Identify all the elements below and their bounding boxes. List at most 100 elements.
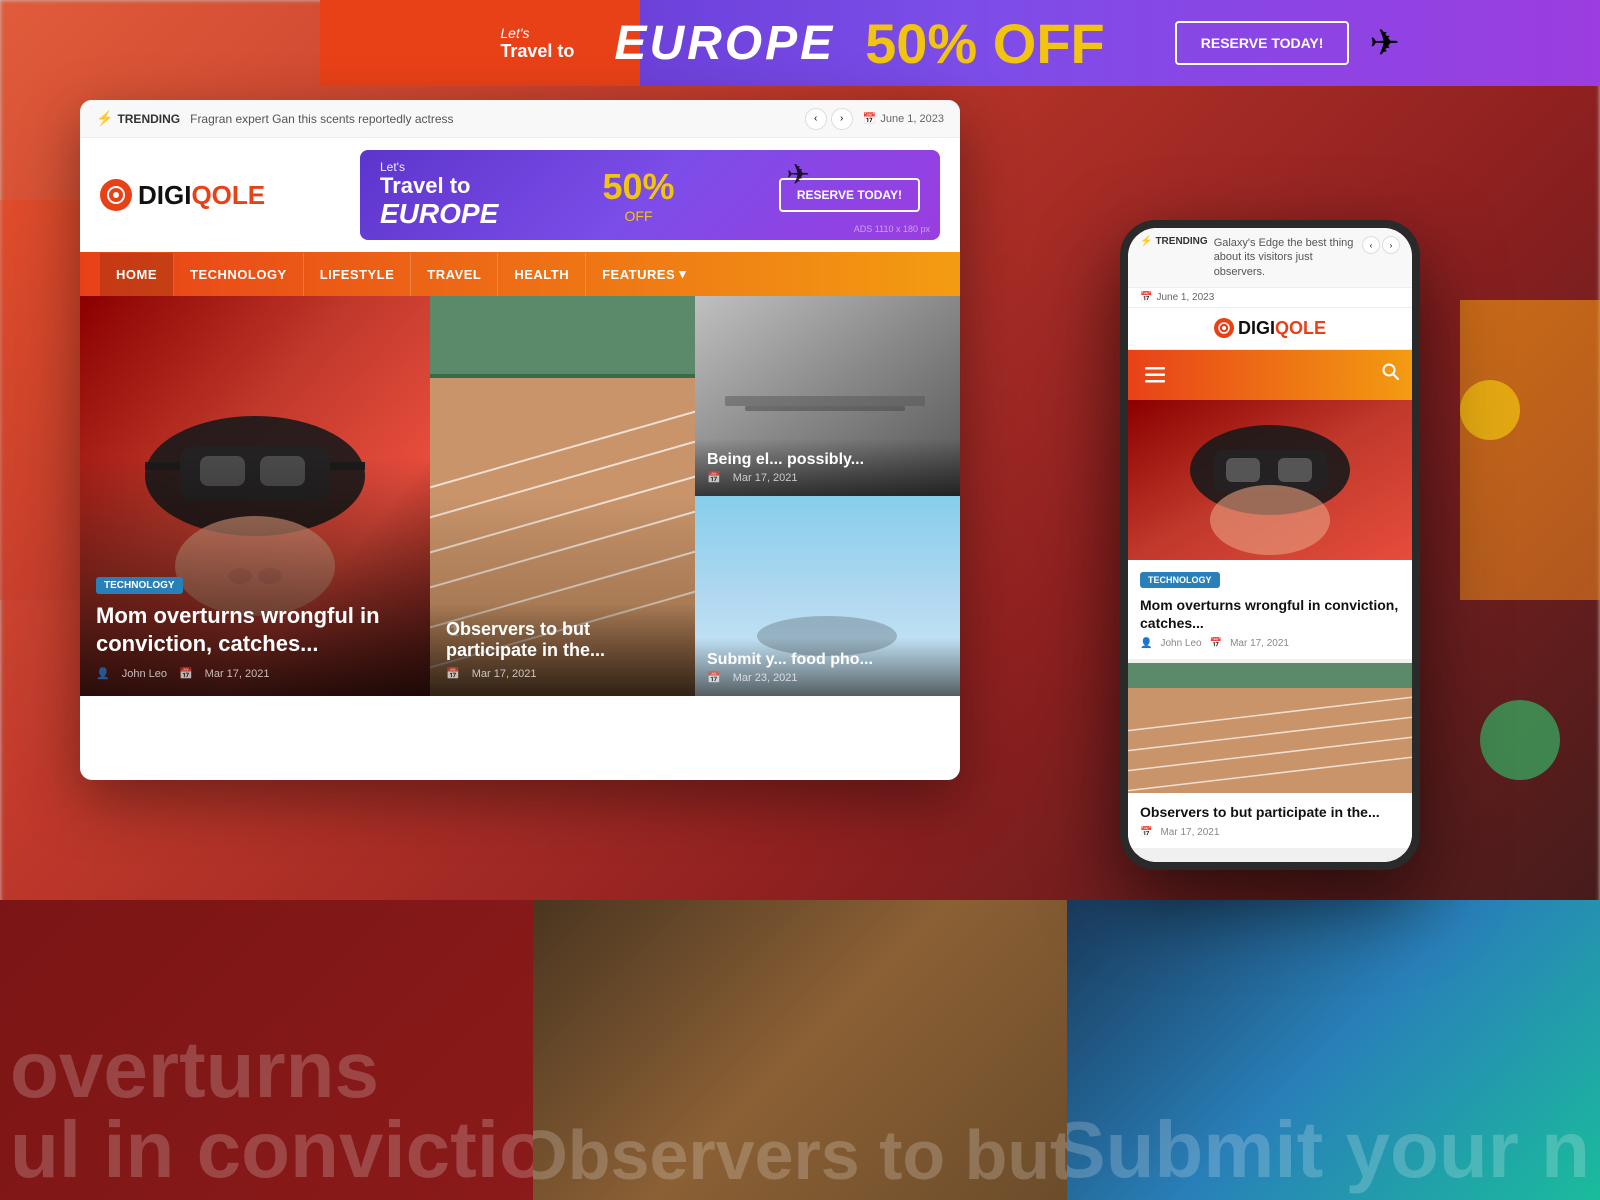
logo-icon bbox=[100, 179, 132, 211]
bg-text-right: Submit your n bbox=[1067, 1110, 1590, 1190]
nav-features[interactable]: FEATURES ▾ bbox=[586, 252, 702, 296]
ad-travel: Travel to bbox=[380, 174, 498, 198]
mobile-trending-bar: ⚡ TRENDING Galaxy's Edge the best thing … bbox=[1128, 228, 1412, 288]
ad-percent: 50% bbox=[603, 166, 675, 208]
mobile-article-card-2[interactable]: Observers to but participate in the... 📅… bbox=[1128, 663, 1412, 848]
mobile-lightning-icon: ⚡ bbox=[1140, 236, 1152, 247]
ad-off: OFF bbox=[603, 208, 675, 224]
top-banner-europe: EUROPE bbox=[614, 16, 835, 71]
article-main-content: TECHNOLOGY Mom overturns wrongful in con… bbox=[80, 559, 430, 696]
nav-technology[interactable]: TECHNOLOGY bbox=[174, 253, 304, 296]
logo-highlight: QOLE bbox=[191, 180, 265, 210]
mobile-next-button[interactable]: › bbox=[1382, 236, 1400, 254]
ad-europe: EUROPE bbox=[380, 198, 498, 230]
mobile-date-1: Mar 17, 2021 bbox=[1230, 638, 1289, 649]
bg-section-center: Observers to but bbox=[533, 900, 1066, 1200]
mobile-track-image bbox=[1128, 663, 1412, 793]
article-main-title: Mom overturns wrongful in conviction, ca… bbox=[96, 602, 414, 659]
article-right-top[interactable]: Being el... possibly... 📅 Mar 17, 2021 bbox=[695, 296, 960, 496]
mobile-article-title-1: Mom overturns wrongful in conviction, ca… bbox=[1140, 596, 1400, 632]
mobile-article-category-1[interactable]: TECHNOLOGY bbox=[1140, 572, 1220, 588]
article-center-meta: 📅 Mar 17, 2021 bbox=[446, 667, 679, 680]
article-category-badge[interactable]: TECHNOLOGY bbox=[96, 577, 183, 594]
site-header: DIGIQOLE Let's Travel to EUROPE 50% OFF … bbox=[80, 138, 960, 252]
mobile-prev-button[interactable]: ‹ bbox=[1362, 236, 1380, 254]
trending-date: 📅 June 1, 2023 bbox=[863, 112, 944, 125]
article-right-bottom-content: Submit y... food pho... 📅 Mar 23, 2021 bbox=[695, 638, 960, 696]
side-people-right bbox=[1460, 300, 1600, 600]
top-banner-left: Let's Travel to bbox=[500, 25, 574, 62]
mobile-screen: ⚡ TRENDING Galaxy's Edge the best thing … bbox=[1128, 228, 1412, 862]
article-center-title: Observers to but participate in the... bbox=[446, 619, 679, 661]
ad-small-text: ADS 1110 x 180 px bbox=[854, 224, 930, 234]
mobile-article-meta-1: 👤 John Leo 📅 Mar 17, 2021 bbox=[1140, 638, 1400, 649]
mobile-menu-icon[interactable] bbox=[1140, 360, 1170, 390]
article-author: John Leo bbox=[122, 668, 167, 680]
article-right-bottom[interactable]: Submit y... food pho... 📅 Mar 23, 2021 bbox=[695, 496, 960, 696]
mobile-cal-icon-1: 📅 bbox=[1210, 638, 1222, 649]
ad-banner[interactable]: Let's Travel to EUROPE 50% OFF RESERVE T… bbox=[360, 150, 940, 240]
mobile-date: 📅 June 1, 2023 bbox=[1128, 288, 1412, 308]
mobile-nav-bar bbox=[1128, 350, 1412, 400]
mobile-article-card-1[interactable]: TECHNOLOGY Mom overturns wrongful in con… bbox=[1128, 400, 1412, 659]
mobile-author-1: John Leo bbox=[1160, 638, 1201, 649]
nav-features-label: FEATURES bbox=[602, 267, 675, 282]
ad-left-text: Let's Travel to EUROPE bbox=[380, 160, 498, 230]
trending-news-text: Fragran expert Gan this scents reportedl… bbox=[190, 112, 795, 126]
trending-date-text: June 1, 2023 bbox=[880, 113, 944, 125]
mobile-article-title-2: Observers to but participate in the... bbox=[1140, 803, 1400, 821]
mobile-logo[interactable]: DIGIQOLE bbox=[1214, 318, 1326, 339]
top-banner-stripe bbox=[320, 0, 640, 86]
trending-bar: ⚡ TRENDING Fragran expert Gan this scent… bbox=[80, 100, 960, 138]
decorative-circle-yellow bbox=[1460, 380, 1520, 440]
mobile-article-img-vr bbox=[1128, 400, 1412, 560]
article-center[interactable]: 1 Observers to but participate in the...… bbox=[430, 296, 695, 696]
trending-prev-button[interactable]: ‹ bbox=[805, 108, 827, 130]
mobile-phone: ⚡ TRENDING Galaxy's Edge the best thing … bbox=[1120, 220, 1420, 870]
article-right-bottom-title: Submit y... food pho... bbox=[707, 650, 948, 671]
ad-lets: Let's bbox=[380, 160, 498, 174]
plane-icon: ✈ bbox=[1369, 22, 1399, 64]
mobile-trending-nav: ‹ › bbox=[1362, 236, 1400, 254]
bg-text-center: Observers to but bbox=[533, 1120, 1066, 1190]
side-people-left bbox=[0, 200, 80, 600]
article-right-bottom-date: Mar 23, 2021 bbox=[733, 672, 798, 684]
mobile-search-icon[interactable] bbox=[1382, 363, 1400, 386]
chevron-down-icon: ▾ bbox=[679, 266, 686, 282]
article-right-top-date: Mar 17, 2021 bbox=[733, 472, 798, 484]
trending-next-button[interactable]: › bbox=[831, 108, 853, 130]
mobile-logo-icon bbox=[1214, 318, 1234, 338]
bg-text-left: overturnsul in conviction, bbox=[10, 1030, 533, 1190]
calendar-icon: 📅 bbox=[863, 112, 877, 125]
nav-home[interactable]: HOME bbox=[100, 253, 174, 296]
ad-discount: 50% OFF bbox=[603, 166, 675, 224]
mobile-logo-highlight: QOLE bbox=[1275, 318, 1326, 338]
article-main-meta: 👤 John Leo 📅 Mar 17, 2021 bbox=[96, 667, 414, 680]
mobile-date-text: June 1, 2023 bbox=[1156, 292, 1214, 303]
site-logo[interactable]: DIGIQOLE bbox=[100, 179, 265, 211]
article-main[interactable]: TECHNOLOGY Mom overturns wrongful in con… bbox=[80, 296, 430, 696]
trending-label: ⚡ TRENDING bbox=[96, 110, 180, 127]
top-banner-reserve-button[interactable]: RESERVE TODAY! bbox=[1175, 21, 1350, 65]
mobile-article-body-1: TECHNOLOGY Mom overturns wrongful in con… bbox=[1128, 560, 1412, 659]
nav-travel[interactable]: TRAVEL bbox=[411, 253, 498, 296]
top-banner-discount: 50% OFF bbox=[865, 11, 1105, 76]
calendar-icon-center: 📅 bbox=[446, 667, 460, 680]
article-grid: TECHNOLOGY Mom overturns wrongful in con… bbox=[80, 296, 960, 696]
main-navigation: HOME TECHNOLOGY LIFESTYLE TRAVEL HEALTH … bbox=[80, 252, 960, 296]
article-right-bottom-meta: 📅 Mar 23, 2021 bbox=[707, 671, 948, 684]
article-date: Mar 17, 2021 bbox=[205, 668, 270, 680]
decorative-circle-green bbox=[1480, 700, 1560, 780]
article-right: Being el... possibly... 📅 Mar 17, 2021 bbox=[695, 296, 960, 696]
nav-health[interactable]: HEALTH bbox=[498, 253, 586, 296]
mobile-article-img-track bbox=[1128, 663, 1412, 793]
article-right-top-meta: 📅 Mar 17, 2021 bbox=[707, 471, 948, 484]
lightning-icon: ⚡ bbox=[96, 110, 113, 127]
nav-lifestyle[interactable]: LIFESTYLE bbox=[304, 253, 412, 296]
top-banner-lets: Let's bbox=[500, 25, 574, 41]
mobile-trending-news: Galaxy's Edge the best thing about its v… bbox=[1214, 236, 1356, 279]
mobile-trending-label: ⚡ TRENDING bbox=[1140, 236, 1208, 247]
mobile-date-2: Mar 17, 2021 bbox=[1160, 827, 1219, 838]
article-center-content: Observers to but participate in the... 📅… bbox=[430, 603, 695, 696]
trending-text-label: TRENDING bbox=[117, 112, 180, 126]
